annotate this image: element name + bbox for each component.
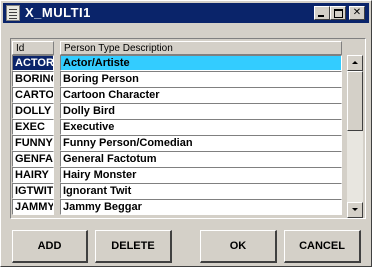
minimize-icon bbox=[318, 15, 324, 17]
id-cell[interactable]: BORING bbox=[12, 71, 54, 87]
description-cell[interactable]: Funny Person/Comedian bbox=[60, 135, 342, 151]
title-bar[interactable]: X_MULTI1 ✕ bbox=[3, 3, 369, 23]
document-icon bbox=[6, 5, 20, 21]
column-header-description[interactable]: Person Type Description bbox=[60, 41, 342, 55]
scroll-thumb[interactable] bbox=[347, 71, 363, 131]
close-icon: ✕ bbox=[352, 7, 362, 18]
id-cell[interactable]: JAMMY bbox=[12, 199, 54, 215]
id-cell[interactable]: FUNNY bbox=[12, 135, 54, 151]
description-cell[interactable]: Ignorant Twit bbox=[60, 183, 342, 199]
maximize-button[interactable] bbox=[330, 6, 346, 20]
id-cell[interactable]: HAIRY bbox=[12, 167, 54, 183]
id-cell[interactable]: CARTOON bbox=[12, 87, 54, 103]
maximize-icon bbox=[334, 9, 343, 18]
arrow-up-icon bbox=[352, 61, 358, 64]
arrow-down-icon bbox=[352, 208, 358, 211]
vertical-scrollbar[interactable] bbox=[347, 55, 363, 218]
description-cell[interactable]: Cartoon Character bbox=[60, 87, 342, 103]
table-row[interactable]: DOLLY Dolly Bird bbox=[11, 103, 351, 119]
table-row[interactable]: IGTWIT Ignorant Twit bbox=[11, 183, 351, 199]
dialog-window: X_MULTI1 ✕ Id Person Type Description AC… bbox=[0, 0, 372, 267]
id-cell[interactable]: EXEC bbox=[12, 119, 54, 135]
id-cell[interactable]: ACTOR bbox=[12, 55, 54, 71]
description-cell[interactable]: Hairy Monster bbox=[60, 167, 342, 183]
table-row[interactable]: BORING Boring Person bbox=[11, 71, 351, 87]
close-button[interactable]: ✕ bbox=[349, 6, 365, 20]
scroll-down-button[interactable] bbox=[347, 202, 363, 218]
table-row[interactable]: HAIRY Hairy Monster bbox=[11, 167, 351, 183]
description-cell[interactable]: Executive bbox=[60, 119, 342, 135]
cancel-button[interactable]: CANCEL bbox=[284, 230, 361, 263]
table-row[interactable]: JAMMY Jammy Beggar bbox=[11, 199, 351, 215]
column-header-id[interactable]: Id bbox=[12, 41, 54, 55]
person-type-grid: Id Person Type Description ACTOR Actor/Ar… bbox=[10, 38, 366, 219]
description-cell[interactable]: Actor/Artiste bbox=[60, 55, 342, 71]
scroll-up-button[interactable] bbox=[347, 55, 363, 71]
delete-button[interactable]: DELETE bbox=[95, 230, 172, 263]
window-title: X_MULTI1 bbox=[25, 5, 91, 20]
description-cell[interactable]: Dolly Bird bbox=[60, 103, 342, 119]
description-cell[interactable]: General Factotum bbox=[60, 151, 342, 167]
add-button[interactable]: ADD bbox=[12, 230, 88, 263]
table-row[interactable]: FUNNY Funny Person/Comedian bbox=[11, 135, 351, 151]
table-row[interactable]: ACTOR Actor/Artiste bbox=[11, 55, 351, 71]
id-cell[interactable]: GENFAC bbox=[12, 151, 54, 167]
table-row[interactable]: EXEC Executive bbox=[11, 119, 351, 135]
table-row[interactable]: CARTOON Cartoon Character bbox=[11, 87, 351, 103]
description-cell[interactable]: Jammy Beggar bbox=[60, 199, 342, 215]
description-cell[interactable]: Boring Person bbox=[60, 71, 342, 87]
minimize-button[interactable] bbox=[314, 6, 330, 20]
id-cell[interactable]: DOLLY bbox=[12, 103, 54, 119]
table-row[interactable]: GENFAC General Factotum bbox=[11, 151, 351, 167]
ok-button[interactable]: OK bbox=[200, 230, 277, 263]
id-cell[interactable]: IGTWIT bbox=[12, 183, 54, 199]
